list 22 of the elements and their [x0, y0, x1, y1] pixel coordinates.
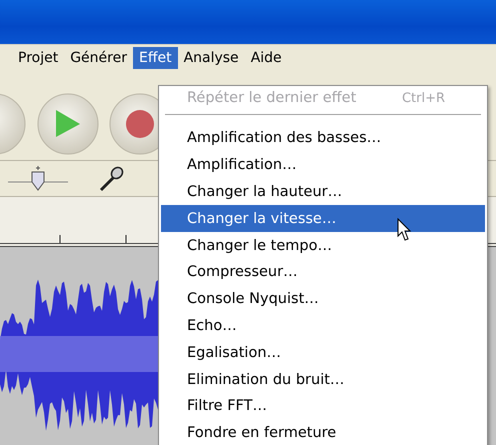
- menu-bar-item[interactable]: Analyse: [178, 46, 245, 68]
- menu-item[interactable]: Elimination du bruit…: [161, 366, 485, 393]
- menu-bar-item[interactable]: Aide: [244, 46, 288, 68]
- menu-item[interactable]: Changer le tempo…: [161, 232, 485, 259]
- ruler-ticks-icon: [60, 234, 126, 243]
- menu-bar-item[interactable]: Effet: [132, 46, 178, 68]
- menu-item[interactable]: Console Nyquist…: [161, 286, 485, 313]
- menu-item[interactable]: Echo…: [161, 312, 485, 340]
- mouse-pointer-icon: [397, 218, 413, 242]
- menu-item[interactable]: Fondre en fermeture: [161, 420, 485, 445]
- shortcut-label: Ctrl+R: [402, 90, 445, 106]
- menu-bar-item[interactable]: Générer: [64, 46, 133, 68]
- microphone-icon: [98, 166, 124, 192]
- menu-item[interactable]: Compresseur…: [161, 258, 485, 286]
- menu-item[interactable]: Changer la vitesse…: [161, 205, 485, 232]
- menu-bar-item[interactable]: Projet: [12, 46, 64, 68]
- menu-item[interactable]: Changer la hauteur…: [161, 178, 485, 206]
- menu-item[interactable]: Filtre FFT…: [161, 392, 485, 420]
- menu-item[interactable]: Egalisation…: [161, 339, 485, 366]
- volume-slider-icon[interactable]: [8, 166, 68, 192]
- menu-item[interactable]: Amplification des basses…: [161, 125, 485, 152]
- menu-item[interactable]: Amplification…: [161, 152, 485, 179]
